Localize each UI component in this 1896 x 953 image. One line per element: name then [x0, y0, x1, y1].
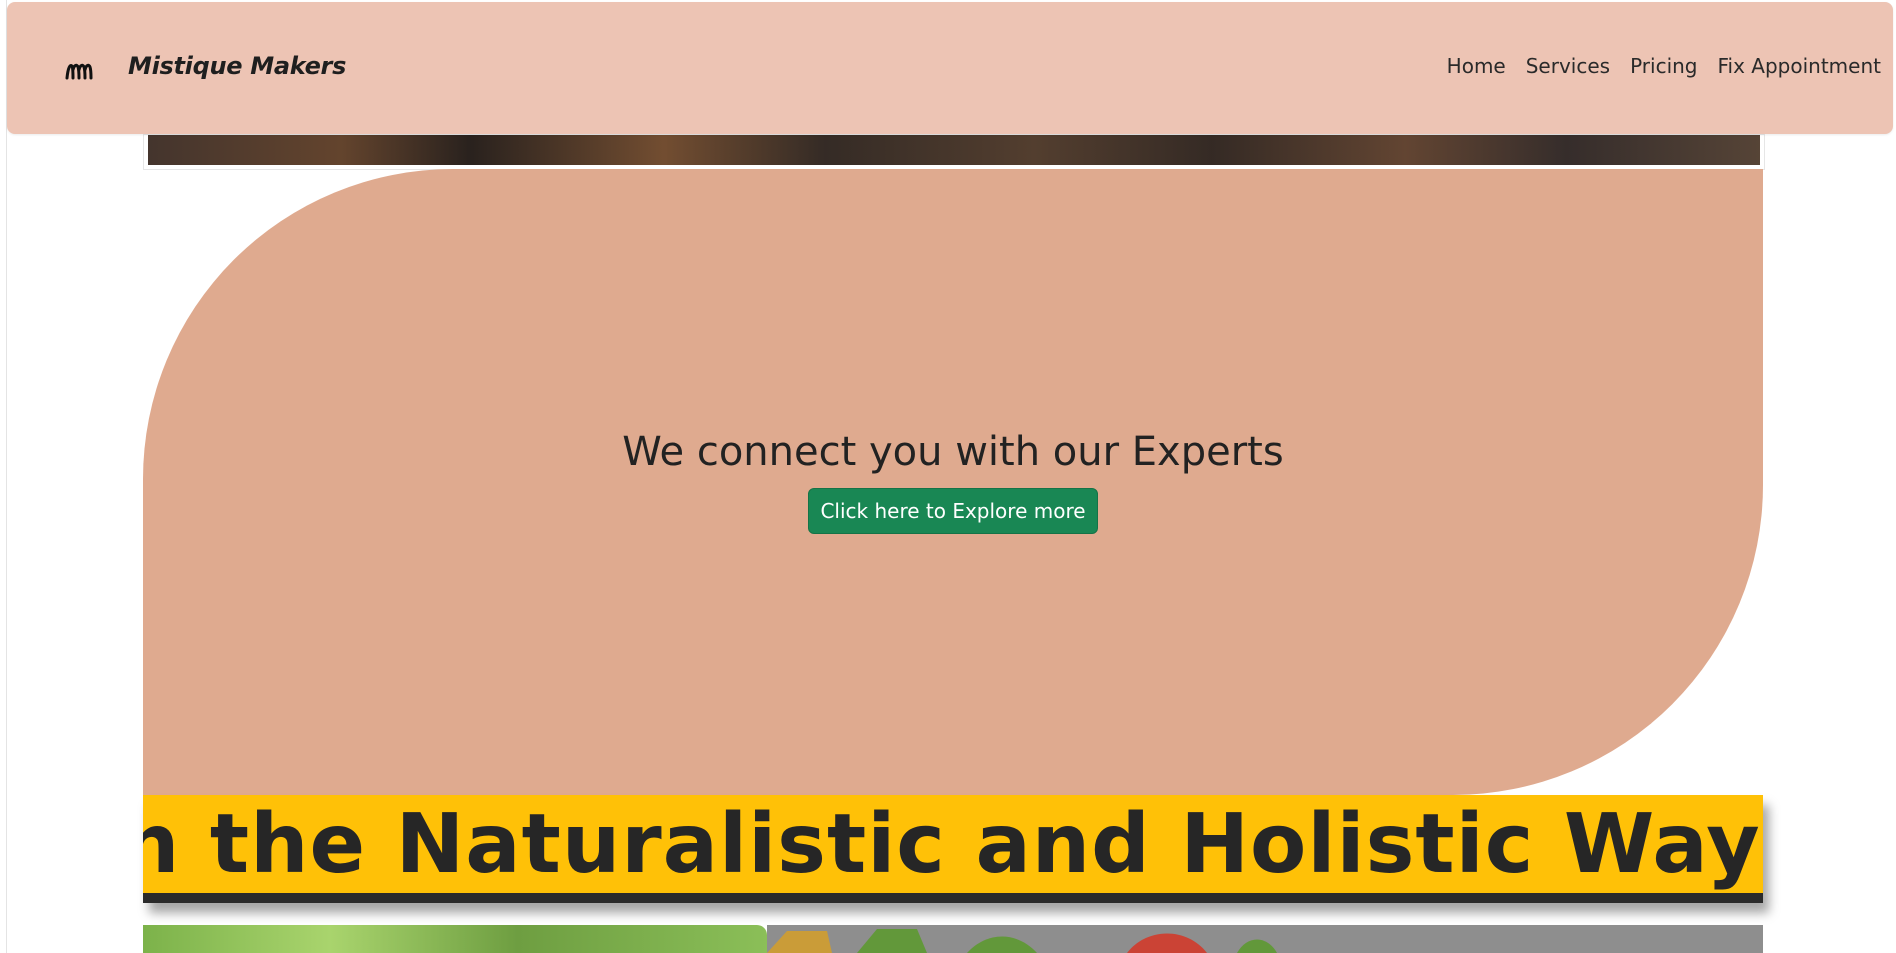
- main-nav: Home Services Pricing Fix Appointment: [1447, 54, 1881, 78]
- mm-script-logo-icon[interactable]: [65, 60, 93, 82]
- hero-image: [148, 135, 1760, 165]
- marquee-banner: n the Naturalistic and Holistic Way: [143, 795, 1763, 903]
- nav-link-services[interactable]: Services: [1526, 54, 1610, 78]
- bottom-decorative-panel: [767, 925, 1763, 953]
- marquee-text: n the Naturalistic and Holistic Way: [143, 797, 1761, 892]
- top-navbar: Mistique Makers Home Services Pricing Fi…: [7, 2, 1893, 134]
- experts-section: We connect you with our Experts Click he…: [143, 169, 1763, 795]
- hero-image-strip: [143, 134, 1765, 170]
- nav-link-pricing[interactable]: Pricing: [1630, 54, 1697, 78]
- nav-link-fix-appointment[interactable]: Fix Appointment: [1718, 54, 1882, 78]
- experts-heading: We connect you with our Experts: [622, 429, 1284, 475]
- bottom-decorative-lettering: [767, 929, 1277, 953]
- brand-name[interactable]: Mistique Makers: [128, 52, 346, 80]
- explore-more-button[interactable]: Click here to Explore more: [808, 488, 1098, 534]
- nav-link-home[interactable]: Home: [1447, 54, 1506, 78]
- page-edge-divider: [6, 0, 7, 953]
- bottom-leaf-image: [143, 925, 767, 953]
